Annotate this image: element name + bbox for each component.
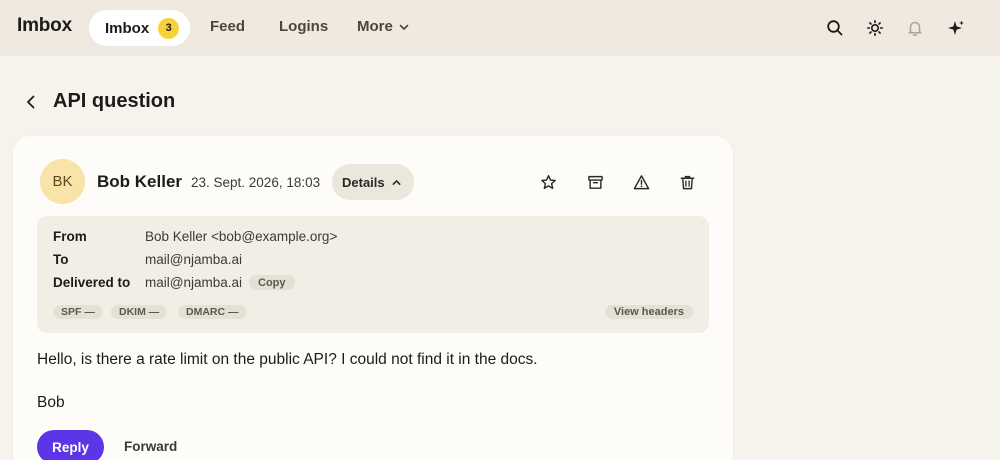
warning-icon [633, 174, 649, 189]
message-body-line: Hello, is there a rate limit on the publ… [37, 351, 538, 368]
view-headers-button[interactable]: View headers [604, 305, 693, 319]
star-button[interactable] [538, 172, 558, 192]
sender-name: Bob Keller [97, 172, 183, 191]
chevron-left-icon [27, 95, 35, 109]
theme-toggle-button[interactable] [864, 17, 886, 39]
sun-icon [867, 20, 883, 36]
top-nav: Imbox Imbox 3 Feed Logins More [0, 0, 1000, 56]
delivered-to-label: Delivered to [53, 275, 131, 290]
from-value: Bob Keller <bob@example.org> [145, 229, 338, 244]
tab-logins[interactable]: Logins [279, 18, 328, 35]
notifications-button[interactable] [904, 17, 926, 39]
tab-feed[interactable]: Feed [210, 18, 245, 35]
avatar: BK [40, 159, 85, 204]
archive-icon [587, 175, 603, 189]
chevron-down-icon [399, 24, 409, 30]
details-toggle-button[interactable]: Details [332, 164, 414, 200]
copy-address-button[interactable]: Copy [249, 275, 295, 290]
dkim-status-badge: DKIM — [111, 305, 168, 319]
page-title: API question [53, 90, 176, 112]
search-icon [827, 20, 843, 36]
dmarc-status-badge: DMARC — [178, 305, 247, 319]
delete-button[interactable] [677, 172, 697, 192]
to-value: mail@njamba.ai [145, 252, 242, 267]
star-icon [540, 174, 556, 189]
sparkle-icon [948, 20, 964, 35]
from-label: From [53, 229, 87, 244]
back-button[interactable] [20, 91, 42, 113]
reply-button[interactable]: Reply [37, 430, 104, 460]
bell-icon [908, 21, 922, 37]
search-button[interactable] [824, 17, 846, 39]
tab-more[interactable]: More [357, 18, 410, 35]
report-spam-button[interactable] [631, 172, 651, 192]
spf-status-badge: SPF — [53, 305, 103, 319]
tab-imbox-label: Imbox [105, 19, 150, 37]
brand-logo[interactable]: Imbox [17, 15, 72, 37]
chevron-up-icon [392, 179, 401, 185]
trash-icon [680, 175, 694, 189]
delivered-to-value: mail@njamba.ai [145, 275, 242, 290]
forward-button[interactable]: Forward [124, 439, 177, 454]
details-panel: From Bob Keller <bob@example.org> To mai… [37, 216, 709, 333]
unread-badge: 3 [158, 17, 180, 39]
tab-more-label: More [357, 18, 393, 35]
details-toggle-label: Details [342, 174, 385, 190]
to-label: To [53, 252, 69, 267]
message-signature: Bob [37, 394, 65, 411]
ai-assistant-button[interactable] [945, 17, 967, 39]
email-card: BK Bob Keller 23. Sept. 2026, 18:03 Deta… [13, 136, 733, 460]
sent-date: 23. Sept. 2026, 18:03 [191, 175, 321, 190]
tab-imbox[interactable]: Imbox 3 [89, 10, 190, 46]
archive-button[interactable] [585, 172, 605, 192]
